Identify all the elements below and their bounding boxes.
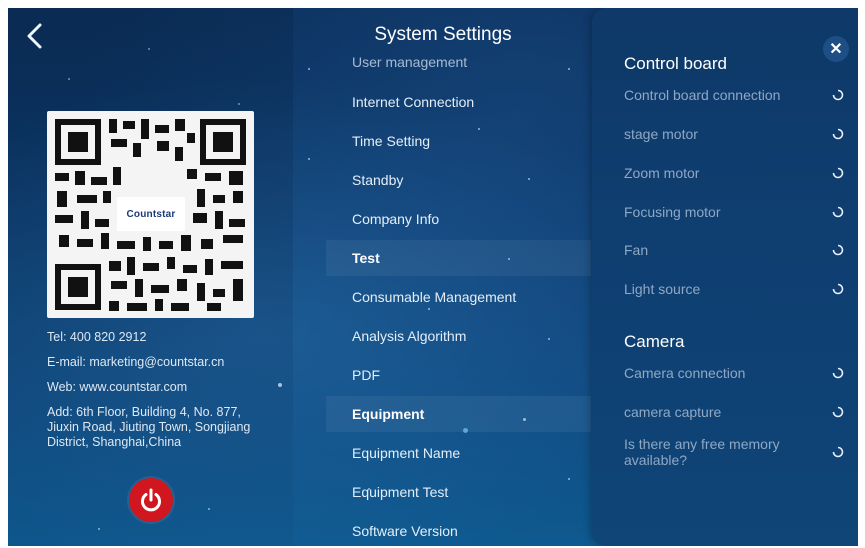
check-label: camera capture <box>624 404 722 420</box>
settings-screen: Countstar Tel: 400 820 2912 E-mail: mark… <box>8 8 858 546</box>
equipment-test-panel: ✕ Control board Control board connection… <box>592 8 858 546</box>
loading-spinner-icon <box>832 167 844 179</box>
check-row-light-source: Light source <box>624 271 844 307</box>
email-text: E-mail: marketing@countstar.cn <box>47 355 225 369</box>
check-label: stage motor <box>624 126 698 142</box>
settings-menu: User management Internet Connection Time… <box>326 50 591 546</box>
check-label: Light source <box>624 281 701 297</box>
loading-spinner-icon <box>832 283 844 295</box>
power-button[interactable] <box>129 478 173 522</box>
menu-item-internet-connection[interactable]: Internet Connection <box>326 84 591 120</box>
control-board-title: Control board <box>624 54 728 73</box>
menu-item-equipment-test[interactable]: Equipment Test <box>326 474 591 510</box>
check-label: Is there any free memory available? <box>624 436 780 468</box>
close-icon: ✕ <box>829 41 843 58</box>
chevron-left-icon <box>27 23 42 49</box>
check-row-focusing-motor: Focusing motor <box>624 194 844 230</box>
website-text: Web: www.countstar.com <box>47 380 188 394</box>
loading-spinner-icon <box>832 128 844 140</box>
check-label: Camera connection <box>624 365 746 381</box>
camera-title: Camera <box>624 332 685 351</box>
power-icon <box>141 488 161 512</box>
menu-item-time-setting[interactable]: Time Setting <box>326 123 591 159</box>
check-row-fan: Fan <box>624 232 844 268</box>
check-row-camera-connection: Camera connection <box>624 355 844 391</box>
check-row-camera-capture: camera capture <box>624 394 844 430</box>
check-label: Zoom motor <box>624 165 700 181</box>
loading-spinner-icon <box>832 446 844 458</box>
menu-item-user-management[interactable]: User management <box>326 50 591 80</box>
page-title: System Settings <box>374 24 512 45</box>
check-row-control-board-connection: Control board connection <box>624 77 844 113</box>
loading-spinner-icon <box>832 206 844 218</box>
check-row-zoom-motor: Zoom motor <box>624 155 844 191</box>
loading-spinner-icon <box>832 244 844 256</box>
menu-item-equipment-name[interactable]: Equipment Name <box>326 435 591 471</box>
menu-item-software-version[interactable]: Software Version <box>326 513 591 546</box>
check-row-stage-motor: stage motor <box>624 116 844 152</box>
menu-item-analysis-algorithm[interactable]: Analysis Algorithm <box>326 318 591 354</box>
address-text: Add: 6th Floor, Building 4, No. 877, Jiu… <box>47 405 251 449</box>
qr-code: Countstar <box>47 111 254 318</box>
loading-spinner-icon <box>832 406 844 418</box>
check-label: Fan <box>624 242 649 258</box>
menu-item-consumable-management[interactable]: Consumable Management <box>326 279 591 315</box>
contact-column: Countstar Tel: 400 820 2912 E-mail: mark… <box>8 8 293 546</box>
back-button[interactable] <box>22 22 52 52</box>
loading-spinner-icon <box>832 367 844 379</box>
menu-section-equipment: Equipment <box>326 396 591 432</box>
close-button[interactable]: ✕ <box>823 36 849 62</box>
loading-spinner-icon <box>832 89 844 101</box>
company-logo: Countstar <box>117 197 185 231</box>
check-label: Control board connection <box>624 87 781 103</box>
menu-item-company-info[interactable]: Company Info <box>326 201 591 237</box>
menu-section-test: Test <box>326 240 591 276</box>
phone-text: Tel: 400 820 2912 <box>47 330 147 344</box>
check-row-free-memory: Is there any free memory available? <box>624 433 844 471</box>
menu-item-pdf[interactable]: PDF <box>326 357 591 393</box>
menu-item-standby[interactable]: Standby <box>326 162 591 198</box>
check-label: Focusing motor <box>624 204 721 220</box>
